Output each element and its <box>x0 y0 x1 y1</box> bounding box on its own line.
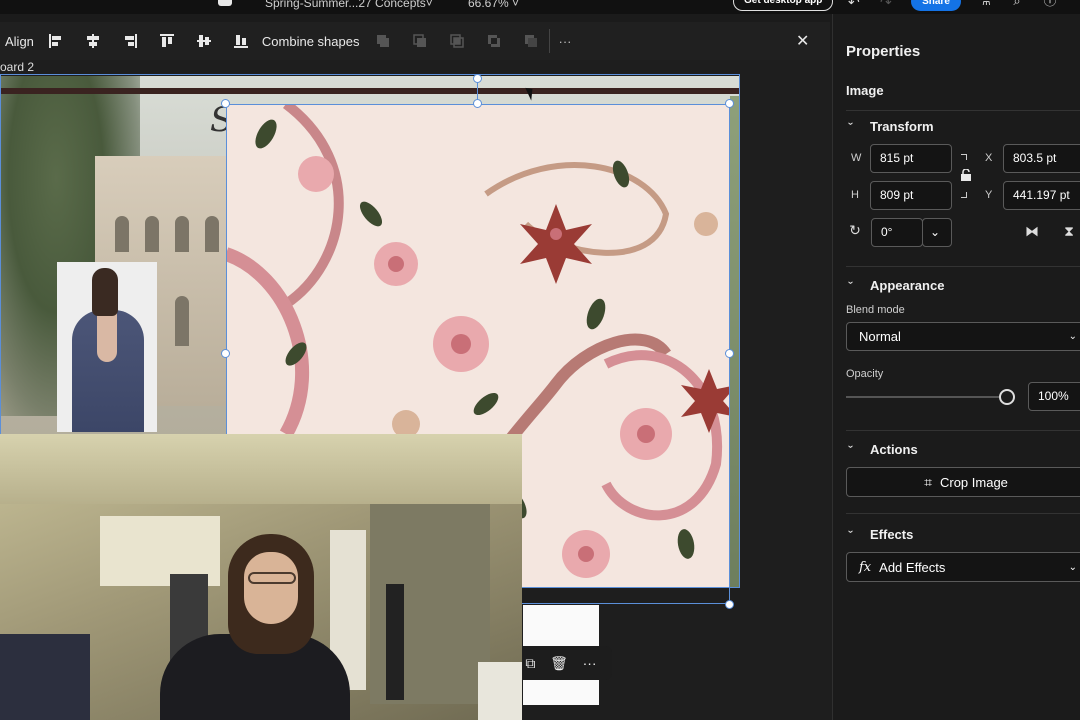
width-label: W <box>851 152 862 164</box>
divider <box>846 513 1080 514</box>
selection-type: Image <box>846 83 884 98</box>
trash-icon[interactable]: 🗑 <box>550 655 568 672</box>
section-label: Appearance <box>870 278 945 293</box>
search-icon[interactable]: ⌕ <box>1010 0 1024 8</box>
properties-panel: Properties Image › Transform W 815 pt H … <box>832 14 1080 720</box>
more-options-icon[interactable]: ··· <box>558 34 571 49</box>
appearance-section-header[interactable]: › Appearance <box>845 278 945 293</box>
model-photo[interactable] <box>57 262 157 432</box>
opacity-slider-track[interactable] <box>846 396 1006 398</box>
chevron-down-icon: › <box>845 530 856 534</box>
divide-icon[interactable] <box>521 31 541 51</box>
crop-image-button[interactable]: ⌗ Crop Image <box>846 467 1080 497</box>
info-icon[interactable]: ⓘ <box>1043 0 1057 8</box>
rotation-dropdown-button[interactable]: ⌄ <box>922 218 952 247</box>
crop-icon: ⌗ <box>924 473 932 490</box>
resize-handle-t[interactable] <box>473 99 482 108</box>
height-label: H <box>851 189 859 201</box>
link-bracket-bottom <box>961 192 967 198</box>
subtract-icon[interactable] <box>410 31 430 51</box>
redo-icon[interactable]: ↷ <box>880 0 892 11</box>
link-bracket-top <box>961 154 967 160</box>
intersect-icon[interactable] <box>447 31 467 51</box>
blend-mode-label: Blend mode <box>846 304 905 316</box>
artboard-label[interactable]: oard 2 <box>0 60 34 74</box>
align-bottom-icon[interactable] <box>231 31 251 51</box>
close-icon[interactable]: ✕ <box>796 31 809 51</box>
divider <box>846 110 1080 111</box>
presenter <box>160 534 350 720</box>
exclude-icon[interactable] <box>484 31 504 51</box>
crop-image-label: Crop Image <box>939 474 1008 490</box>
x-field[interactable]: 803.5 pt <box>1003 144 1080 173</box>
webcam-overlay <box>0 434 522 720</box>
effects-section-header[interactable]: › Effects <box>845 527 914 542</box>
add-effects-label: Add Effects <box>879 559 946 575</box>
align-middle-icon[interactable] <box>194 31 214 51</box>
cloud-icon <box>218 0 232 6</box>
opacity-field[interactable]: 100% <box>1028 382 1080 411</box>
opacity-label: Opacity <box>846 368 884 380</box>
panel-title: Properties <box>846 43 921 60</box>
unite-icon[interactable] <box>373 31 393 51</box>
resize-handle-tl[interactable] <box>221 99 230 108</box>
header-strip <box>0 88 740 94</box>
undo-icon[interactable]: ↶ <box>848 0 860 11</box>
align-top-icon[interactable] <box>157 31 177 51</box>
resize-handle-tr[interactable] <box>725 99 734 108</box>
rotate-handle[interactable] <box>473 74 482 83</box>
resize-handle-l[interactable] <box>221 349 230 358</box>
flip-vertical-icon[interactable]: ⧗ <box>1056 223 1080 243</box>
flask-icon[interactable]: ⚗ <box>978 0 992 8</box>
section-label: Effects <box>870 527 914 542</box>
height-field[interactable]: 809 pt <box>870 181 952 210</box>
context-toolbar: Align Combine shapes ··· ✕ <box>0 22 830 60</box>
chevron-down-icon: › <box>845 281 856 285</box>
divider <box>846 266 1080 267</box>
resize-handle-br[interactable] <box>725 600 734 609</box>
fx-icon: fx <box>859 559 872 575</box>
app-window: Spring-Summer...27 Concepts˅ 66.67% ˅ Ge… <box>0 0 1080 720</box>
foliage-edge <box>730 96 740 588</box>
blend-mode-select[interactable]: Normal ⌄ <box>846 322 1080 351</box>
blend-mode-value: Normal <box>859 329 901 344</box>
opacity-slider-handle[interactable] <box>999 389 1015 405</box>
section-label: Actions <box>870 442 918 457</box>
chevron-down-icon: › <box>845 445 856 449</box>
add-effects-dropdown[interactable]: fx Add Effects ⌄ <box>846 552 1080 582</box>
more-icon[interactable]: ··· <box>583 655 597 671</box>
align-label: Align <box>5 33 34 49</box>
section-label: Transform <box>870 119 934 134</box>
toolbar-divider <box>549 29 551 53</box>
chevron-down-icon: ⌄ <box>1068 561 1077 573</box>
document-title[interactable]: Spring-Summer...27 Concepts˅ <box>265 0 433 10</box>
x-label: X <box>985 152 993 164</box>
actions-section-header[interactable]: › Actions <box>845 442 918 457</box>
zoom-dropdown[interactable]: 66.67% ˅ <box>468 0 519 10</box>
floating-action-bar: ⧉ 🗑 ··· <box>510 646 612 680</box>
lock-icon[interactable] <box>960 169 972 181</box>
transform-section-header[interactable]: › Transform <box>845 119 934 134</box>
y-field[interactable]: 441.197 pt <box>1003 181 1080 210</box>
width-field[interactable]: 815 pt <box>870 144 952 173</box>
combine-shapes-label: Combine shapes <box>261 33 360 49</box>
duplicate-icon[interactable]: ⧉ <box>525 655 535 672</box>
rotation-field[interactable]: 0° <box>871 218 923 247</box>
align-center-icon[interactable] <box>83 31 103 51</box>
rotate-icon: ↻ <box>849 222 861 238</box>
app-header: Spring-Summer...27 Concepts˅ 66.67% ˅ Ge… <box>0 0 1080 14</box>
resize-handle-r[interactable] <box>725 349 734 358</box>
get-desktop-app-button[interactable]: Get desktop app <box>733 0 834 11</box>
share-button[interactable]: Share <box>911 0 961 11</box>
chevron-down-icon: › <box>845 122 856 126</box>
flip-horizontal-icon[interactable]: ⧓ <box>1019 223 1045 243</box>
divider <box>846 430 1080 431</box>
align-left-icon[interactable] <box>46 31 66 51</box>
align-right-icon[interactable] <box>120 31 140 51</box>
chevron-down-icon: ⌄ <box>1068 331 1077 342</box>
y-label: Y <box>985 189 993 201</box>
